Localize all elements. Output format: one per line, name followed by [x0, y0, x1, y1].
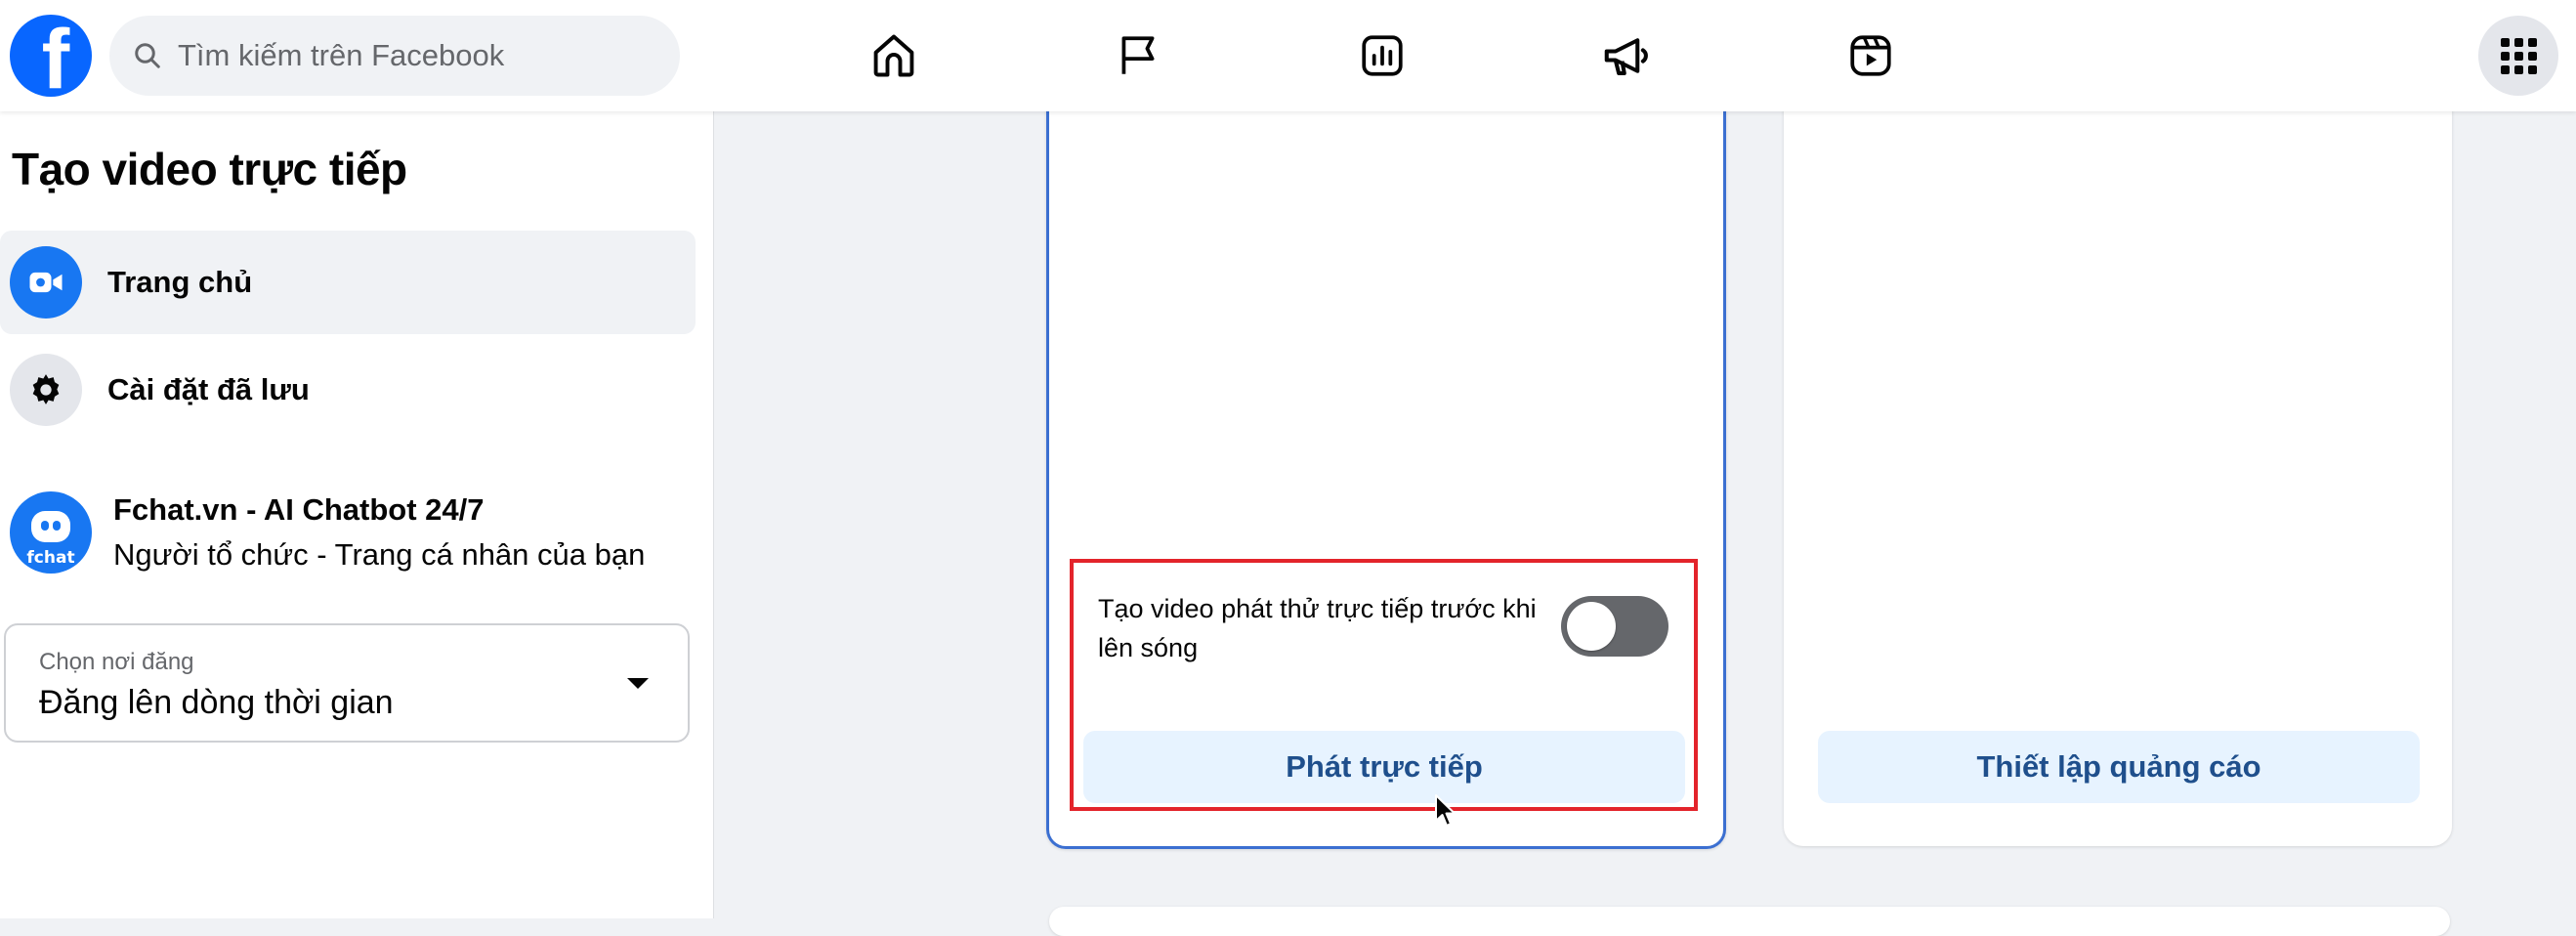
bottom-card	[1049, 907, 2450, 936]
home-icon[interactable]	[866, 27, 922, 84]
live-video-icon	[10, 246, 82, 319]
page-title: Tạo video trực tiếp	[12, 144, 407, 194]
sidebar: Tạo video trực tiếp Trang chủ Cài đặt đã…	[0, 111, 714, 918]
menu-grid-button[interactable]	[2478, 16, 2558, 96]
sidebar-item-saved-settings[interactable]: Cài đặt đã lưu	[0, 338, 696, 442]
megaphone-icon[interactable]	[1598, 27, 1655, 84]
profile-role: Người tổ chức - Trang cá nhân của bạn	[113, 537, 646, 572]
gear-icon	[10, 354, 82, 426]
insights-icon[interactable]	[1354, 27, 1411, 84]
top-navigation-bar: f	[0, 0, 2576, 111]
caret-down-icon	[627, 678, 649, 689]
sidebar-item-label: Trang chủ	[107, 265, 253, 299]
facebook-logo-icon[interactable]: f	[10, 15, 92, 97]
ads-card	[1784, 59, 2452, 846]
setup-ads-button[interactable]: Thiết lập quảng cáo	[1818, 731, 2420, 803]
avatar: fchat	[10, 491, 92, 574]
reels-icon[interactable]	[1842, 27, 1899, 84]
post-location-select[interactable]: Chọn nơi đăng Đăng lên dòng thời gian	[4, 623, 690, 743]
flag-icon[interactable]	[1110, 27, 1166, 84]
profile-name: Fchat.vn - AI Chatbot 24/7	[113, 492, 485, 527]
sidebar-item-label: Cài đặt đã lưu	[107, 372, 310, 406]
mouse-cursor-icon	[1435, 794, 1456, 827]
post-location-value: Đăng lên dòng thời gian	[39, 684, 394, 721]
annotation-highlight-box	[1070, 559, 1698, 811]
logo-letter: f	[41, 15, 70, 97]
post-location-label: Chọn nơi đăng	[39, 649, 194, 675]
page-profile[interactable]: fchat Fchat.vn - AI Chatbot 24/7 Người t…	[0, 479, 696, 586]
avatar-brand-text: fchat	[26, 548, 75, 568]
search-input[interactable]	[176, 37, 649, 74]
search-bar[interactable]	[109, 16, 680, 96]
search-icon	[135, 43, 160, 68]
sidebar-item-home[interactable]: Trang chủ	[0, 231, 696, 334]
menu-grid-icon	[2500, 37, 2537, 74]
